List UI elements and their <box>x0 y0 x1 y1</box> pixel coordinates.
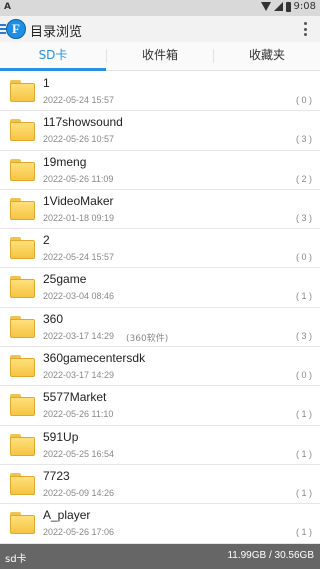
status-bar: A 9:08 <box>0 0 320 16</box>
status-icons: 9:08 <box>260 1 316 12</box>
file-row[interactable]: 19meng 2022-05-26 11:09 ( 2 ) <box>0 151 320 190</box>
folder-item-count: ( 1 ) <box>295 409 312 420</box>
folder-icon <box>10 119 35 142</box>
folder-item-count: ( 3 ) <box>295 134 312 145</box>
folder-date: 2022-05-09 14:26 <box>43 487 115 498</box>
folder-item-count: ( 1 ) <box>295 527 312 538</box>
folder-item-count: ( 1 ) <box>295 487 312 498</box>
file-row[interactable]: 1VideoMaker 2022-01-18 09:19 ( 3 ) <box>0 190 320 230</box>
notification-icon: A <box>4 2 11 12</box>
file-row[interactable]: 591Up 2022-05-25 16:54 ( 1 ) <box>0 426 320 465</box>
folder-icon <box>10 355 35 378</box>
storage-name: sd卡 <box>5 554 27 565</box>
folder-name: 25game <box>43 272 87 287</box>
storage-usage: 11.99GB / 30.56GB <box>227 550 314 561</box>
bottom-bar: sd卡 11.99GB / 30.56GB <box>0 544 320 569</box>
folder-item-count: ( 2 ) <box>295 173 312 184</box>
folder-item-count: ( 3 ) <box>295 212 312 223</box>
folder-name: 1VideoMaker <box>43 193 114 208</box>
folder-icon <box>10 472 35 495</box>
folder-icon <box>10 197 35 220</box>
folder-name: 19meng <box>43 154 87 169</box>
signal-icon <box>273 2 283 11</box>
folder-name: 591Up <box>43 429 79 444</box>
file-row[interactable]: 360gamecentersdk 2022-03-17 14:29 ( 0 ) <box>0 347 320 387</box>
folder-icon <box>10 237 35 260</box>
folder-date: 2022-05-26 11:10 <box>43 409 114 420</box>
file-row[interactable]: 1 2022-05-24 15:57 ( 0 ) <box>0 72 320 112</box>
folder-date: 2022-03-17 14:29 <box>43 330 115 341</box>
folder-item-count: ( 0 ) <box>295 252 312 263</box>
folder-icon <box>10 315 35 338</box>
folder-icon <box>10 512 35 535</box>
tab-sd-card[interactable]: SD卡 <box>0 42 106 71</box>
folder-date: 2022-05-26 17:06 <box>43 527 115 538</box>
folder-name: 5577Market <box>43 390 107 405</box>
folder-date: 2022-05-26 11:09 <box>43 173 114 184</box>
tab-bar: SD卡 收件箱 收藏夹 <box>0 42 320 71</box>
overflow-menu-icon[interactable] <box>304 22 307 36</box>
folder-item-count: ( 0 ) <box>295 370 312 381</box>
app-bar: F 目录浏览 <box>0 16 320 42</box>
folder-note: (360软件) <box>126 333 169 344</box>
folder-name: 360 <box>43 311 64 326</box>
folder-name: 360gamecentersdk <box>43 351 146 366</box>
file-row[interactable]: 25game 2022-03-04 08:46 ( 1 ) <box>0 268 320 308</box>
file-row[interactable]: 117showsound 2022-05-26 10:57 ( 3 ) <box>0 111 320 151</box>
battery-icon <box>285 1 291 12</box>
folder-icon <box>10 433 35 456</box>
clock: 9:08 <box>293 1 316 12</box>
folder-name: 2 <box>43 233 50 248</box>
folder-item-count: ( 0 ) <box>295 95 312 105</box>
folder-item-count: ( 1 ) <box>295 291 312 302</box>
file-row[interactable]: 2 2022-05-24 15:57 ( 0 ) <box>0 229 320 269</box>
folder-name: 1 <box>43 76 50 90</box>
folder-item-count: ( 1 ) <box>295 448 312 459</box>
folder-date: 2022-05-24 15:57 <box>43 252 115 263</box>
folder-date: 2022-03-17 14:29 <box>43 370 115 381</box>
folder-date: 2022-01-18 09:19 <box>43 212 115 223</box>
file-list: 1 2022-05-24 15:57 ( 0 ) 117showsound 2022-0… <box>0 72 320 544</box>
file-row[interactable]: 5577Market 2022-05-26 11:10 ( 1 ) <box>0 386 320 426</box>
folder-date: 2022-03-04 08:46 <box>43 291 115 302</box>
folder-icon <box>10 158 35 181</box>
wifi-icon <box>260 2 271 11</box>
folder-icon <box>10 394 35 417</box>
app-logo-icon[interactable]: F <box>6 19 26 39</box>
file-row[interactable]: 7723 2022-05-09 14:26 ( 1 ) <box>0 465 320 505</box>
folder-date: 2022-05-24 15:57 <box>43 95 115 105</box>
folder-icon <box>10 80 35 102</box>
folder-name: 117showsound <box>43 115 123 130</box>
folder-date: 2022-05-25 16:54 <box>43 448 115 459</box>
file-row[interactable]: 360 2022-03-17 14:29 (360软件) ( 3 ) <box>0 308 320 348</box>
tab-favorites[interactable]: 收藏夹 <box>214 42 320 70</box>
file-row[interactable]: A_player 2022-05-26 17:06 ( 1 ) <box>0 504 320 544</box>
app-title: 目录浏览 <box>30 25 83 40</box>
tab-inbox[interactable]: 收件箱 <box>107 42 213 70</box>
folder-name: 7723 <box>43 468 70 483</box>
folder-name: A_player <box>43 508 91 523</box>
folder-item-count: ( 3 ) <box>295 330 312 341</box>
folder-icon <box>10 276 35 299</box>
folder-date: 2022-05-26 10:57 <box>43 134 115 145</box>
